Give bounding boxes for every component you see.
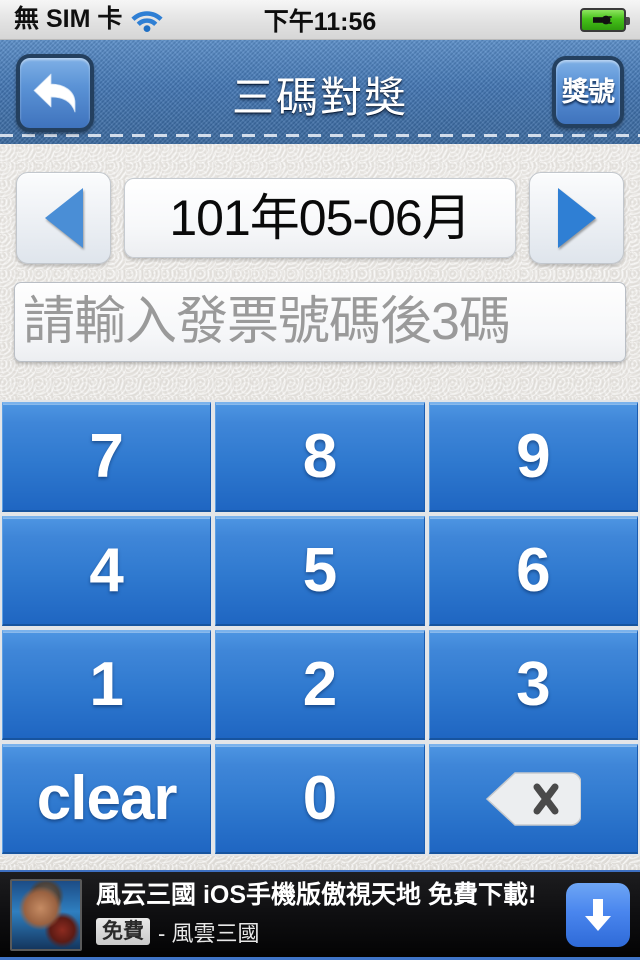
key-3[interactable]: 3 bbox=[428, 630, 638, 740]
key-2-label: 2 bbox=[302, 650, 338, 719]
key-4[interactable]: 4 bbox=[2, 516, 212, 626]
key-8-label: 8 bbox=[302, 422, 338, 491]
key-7[interactable]: 7 bbox=[2, 402, 212, 512]
key-4-label: 4 bbox=[89, 536, 124, 605]
period-selector: 101年05-06月 bbox=[0, 172, 640, 264]
ad-advertiser: - 風雲三國 bbox=[158, 920, 260, 946]
prize-numbers-label: 獎號 bbox=[562, 76, 615, 107]
carrier-label: 無 SIM 卡 bbox=[14, 5, 123, 33]
navigation-bar: 三碼對獎 獎號 bbox=[0, 40, 640, 144]
invoice-number-input[interactable]: 請輸入發票號碼後3碼 bbox=[14, 282, 626, 362]
key-6[interactable]: 6 bbox=[428, 516, 638, 626]
key-6-label: 6 bbox=[516, 536, 551, 605]
download-arrow-icon bbox=[580, 896, 616, 934]
previous-period-button[interactable] bbox=[16, 172, 111, 264]
prize-numbers-button[interactable]: 獎號 bbox=[552, 56, 624, 128]
key-7-label: 7 bbox=[89, 422, 124, 491]
page-title: 三碼對獎 bbox=[231, 74, 408, 121]
key-0[interactable]: 0 bbox=[215, 744, 425, 854]
key-clear[interactable]: clear bbox=[2, 744, 212, 854]
app-root: 無 SIM 卡 下午11:56 三碼對獎 獎號 101年05-06月 請輸入發票… bbox=[0, 0, 640, 960]
next-period-button[interactable] bbox=[529, 172, 624, 264]
status-bar: 無 SIM 卡 下午11:56 bbox=[0, 0, 640, 40]
key-clear-label: clear bbox=[36, 764, 178, 833]
triangle-right-icon bbox=[557, 188, 596, 248]
period-value: 101年05-06月 bbox=[169, 190, 471, 246]
ad-download-button[interactable] bbox=[566, 882, 630, 947]
key-1-label: 1 bbox=[89, 650, 124, 719]
key-5[interactable]: 5 bbox=[215, 516, 425, 626]
ad-subtitle-row: 免費 - 風雲三國 bbox=[96, 916, 556, 948]
key-backspace[interactable] bbox=[428, 744, 638, 854]
ad-price-badge: 免費 bbox=[96, 918, 150, 946]
game-character-thumbnail bbox=[10, 878, 82, 951]
key-3-label: 3 bbox=[516, 650, 551, 719]
key-2[interactable]: 2 bbox=[215, 630, 425, 740]
key-1[interactable]: 1 bbox=[2, 630, 212, 740]
key-9-label: 9 bbox=[516, 422, 551, 491]
content-area: 101年05-06月 請輸入發票號碼後3碼 7 8 9 4 5 6 1 2 3 clear 0 bbox=[0, 144, 640, 870]
key-5-label: 5 bbox=[302, 536, 338, 605]
invoice-input-placeholder: 請輸入發票號碼後3碼 bbox=[23, 293, 511, 351]
ad-text-block: 風云三國 iOS手機版傲視天地 免費下載! 免費 - 風雲三國 bbox=[82, 881, 556, 948]
status-bar-right bbox=[580, 7, 630, 32]
key-0-label: 0 bbox=[302, 764, 338, 833]
period-display[interactable]: 101年05-06月 bbox=[124, 178, 516, 258]
key-9[interactable]: 9 bbox=[428, 402, 638, 512]
key-8[interactable]: 8 bbox=[215, 402, 425, 512]
wifi-icon bbox=[130, 7, 164, 33]
ad-title: 風云三國 iOS手機版傲視天地 免費下載! bbox=[96, 881, 537, 910]
battery-charging-icon bbox=[580, 7, 630, 32]
triangle-left-icon bbox=[44, 188, 83, 248]
status-bar-left: 無 SIM 卡 bbox=[14, 7, 164, 33]
ad-banner[interactable]: 風云三國 iOS手機版傲視天地 免費下載! 免費 - 風雲三國 bbox=[0, 870, 640, 960]
stitching-divider bbox=[0, 134, 640, 137]
numeric-keypad: 7 8 9 4 5 6 1 2 3 clear 0 bbox=[0, 400, 640, 856]
backspace-icon bbox=[485, 771, 583, 827]
